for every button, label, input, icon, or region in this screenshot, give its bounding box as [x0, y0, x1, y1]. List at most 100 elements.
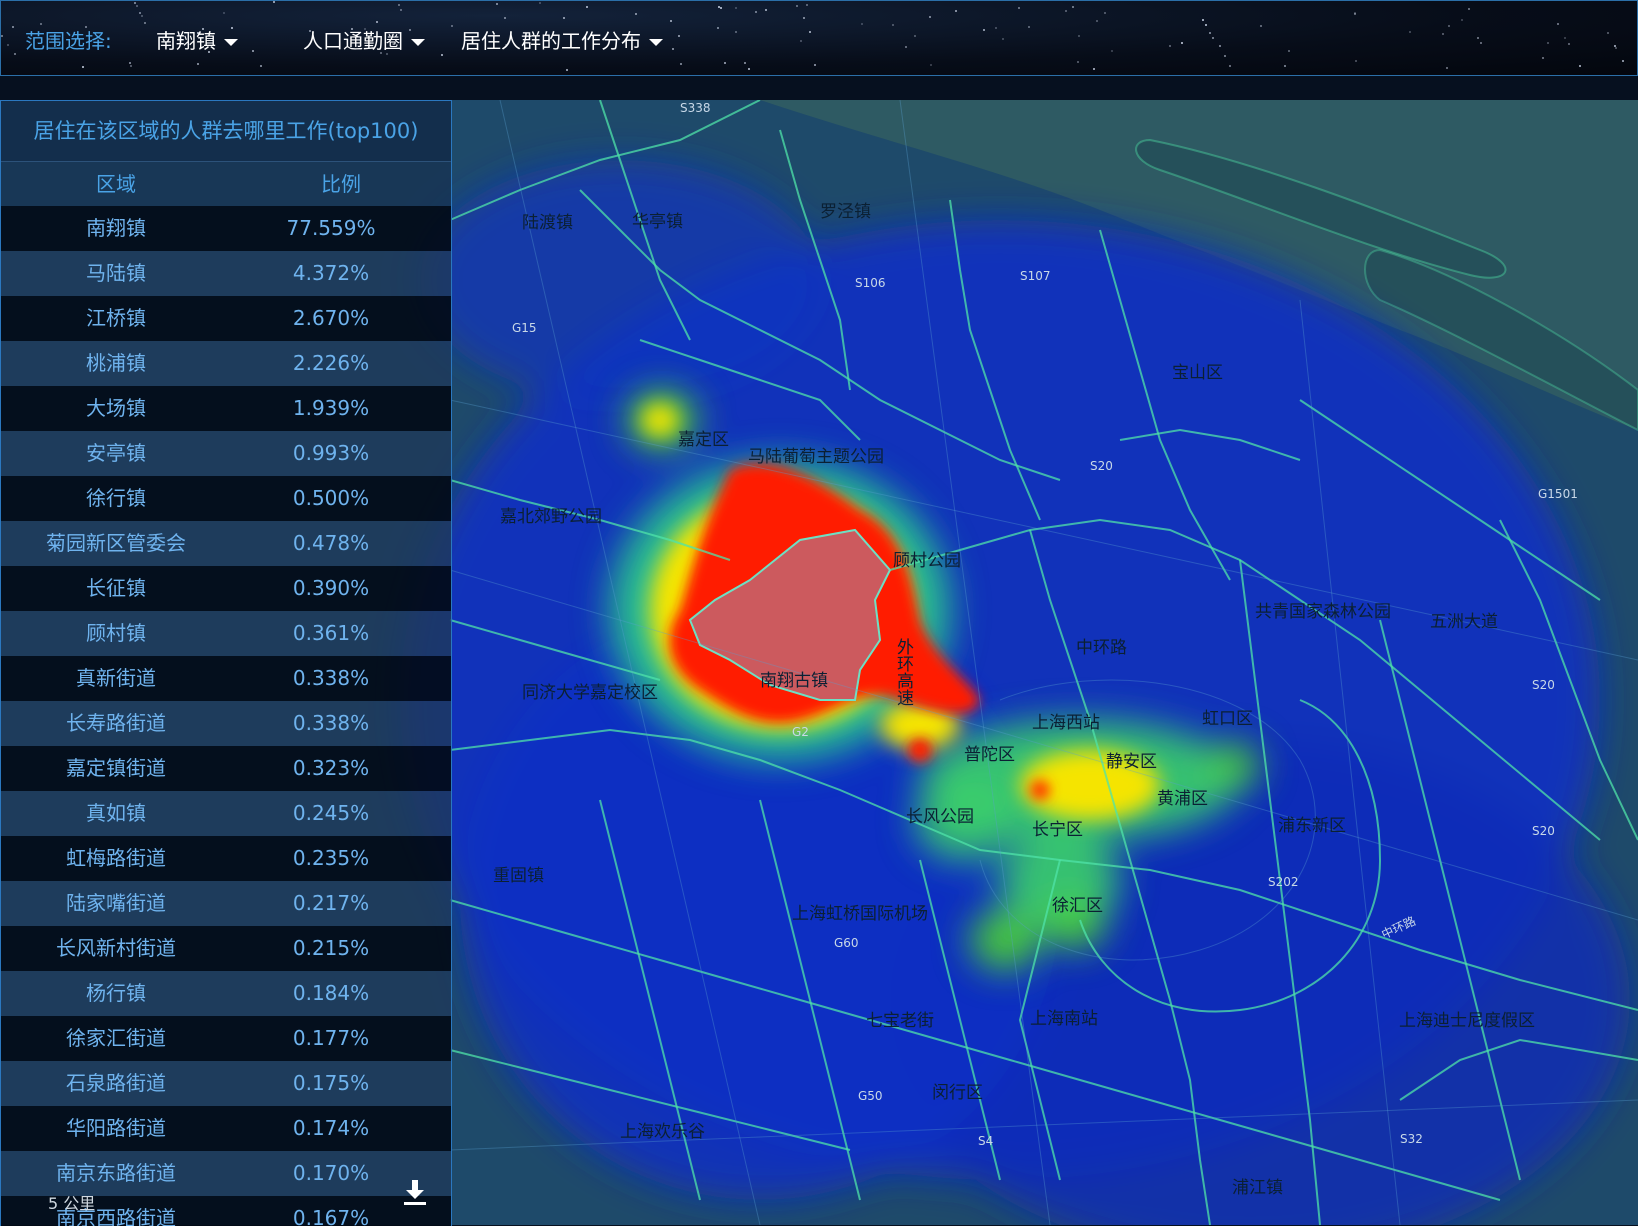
ratio-cell: 0.235% [292, 846, 370, 870]
star-dot [504, 17, 506, 19]
region-cell: 江桥镇 [86, 306, 146, 330]
star-dot [806, 4, 808, 6]
star-dot [141, 15, 143, 17]
table-row[interactable]: 嘉定镇街道 0.323% [1, 746, 451, 791]
star-dot [14, 53, 16, 55]
star-dot [680, 63, 682, 65]
star-dot [82, 66, 84, 68]
filter-toolbar: 范围选择: 南翔镇 人口通勤圈 居住人群的工作分布 [0, 0, 1638, 76]
commute-dropdown[interactable]: 人口通勤圈 [303, 25, 425, 54]
star-dot [1205, 24, 1207, 26]
star-dot [755, 11, 757, 13]
place-label: 上海虹桥国际机场 [792, 904, 928, 924]
table-body[interactable]: 南翔镇 77.559% 马陆镇 4.372% 江桥镇 2.670% 桃浦镇 2.226%… [1, 206, 451, 1226]
table-row[interactable]: 真新街道 0.338% [1, 656, 451, 701]
region-cell: 华阳路街道 [66, 1116, 166, 1140]
table-row[interactable]: 马陆镇 4.372% [1, 251, 451, 296]
road-label: G1501 [1538, 487, 1578, 501]
star-dot [1093, 68, 1095, 70]
commute-dropdown-value: 人口通勤圈 [303, 29, 403, 53]
table-row[interactable]: 陆家嘴街道 0.217% [1, 881, 451, 926]
table-row[interactable]: 桃浦镇 2.226% [1, 341, 451, 386]
table-row[interactable]: 大场镇 1.939% [1, 386, 451, 431]
star-dot [1229, 65, 1231, 67]
star-dot [1028, 26, 1030, 28]
table-row[interactable]: 长寿路街道 0.338% [1, 701, 451, 746]
star-dot [260, 65, 262, 67]
star-dot [1181, 42, 1183, 44]
region-cell: 长征镇 [86, 576, 146, 600]
star-dot [136, 5, 138, 7]
place-label: 宝山区 [1172, 363, 1223, 383]
star-dot [765, 9, 767, 11]
distribution-dropdown[interactable]: 居住人群的工作分布 [461, 25, 663, 54]
star-dot [1607, 32, 1609, 34]
ratio-cell: 0.993% [292, 441, 370, 465]
table-row[interactable]: 石泉路街道 0.175% [1, 1061, 451, 1106]
star-dot [563, 17, 565, 19]
ratio-cell: 0.215% [292, 936, 370, 960]
ratio-cell: 1.939% [292, 396, 370, 420]
star-dot [1622, 60, 1624, 62]
road-label: S106 [855, 276, 886, 290]
region-cell: 真如镇 [86, 801, 146, 825]
place-label: 嘉定区 [678, 430, 729, 450]
table-row[interactable]: 虹梅路街道 0.235% [1, 836, 451, 881]
table-row[interactable]: 华阳路街道 0.174% [1, 1106, 451, 1151]
table-row[interactable]: 长风新村街道 0.215% [1, 926, 451, 971]
town-dropdown[interactable]: 南翔镇 [156, 25, 238, 54]
column-header-region[interactable]: 区域 [1, 162, 231, 206]
ratio-cell: 0.361% [292, 621, 370, 645]
ratio-cell: 0.177% [292, 1026, 370, 1050]
star-dot [1072, 6, 1074, 8]
star-dot [1096, 20, 1098, 22]
place-label: 中环路 [1076, 638, 1127, 658]
place-label: 浦江镇 [1232, 1178, 1283, 1198]
star-dot [1461, 19, 1463, 21]
star-dot [1448, 25, 1450, 27]
ratio-cell: 2.670% [292, 306, 370, 330]
table-row[interactable]: 杨行镇 0.184% [1, 971, 451, 1016]
table-row[interactable]: 长征镇 0.390% [1, 566, 451, 611]
star-dot [861, 23, 863, 25]
star-dot [1224, 55, 1226, 57]
caret-down-icon [649, 39, 663, 46]
table-row[interactable]: 真如镇 0.245% [1, 791, 451, 836]
table-row[interactable]: 顾村镇 0.361% [1, 611, 451, 656]
table-row[interactable]: 安亭镇 0.993% [1, 431, 451, 476]
region-cell: 石泉路街道 [66, 1071, 166, 1095]
star-dot [670, 20, 672, 22]
road-label: S4 [978, 1134, 993, 1148]
table-row[interactable]: 徐家汇街道 0.177% [1, 1016, 451, 1061]
star-dot [252, 50, 254, 52]
star-dot [1065, 10, 1067, 12]
star-dot [1409, 31, 1411, 33]
star-dot [539, 2, 541, 4]
star-dot [1288, 50, 1290, 52]
star-dot [995, 27, 997, 29]
place-label: 同济大学嘉定校区 [522, 683, 658, 703]
table-row[interactable]: 江桥镇 2.670% [1, 296, 451, 341]
work-distribution-panel: 居住在该区域的人群去哪里工作(top100) 区域 比例 南翔镇 77.559% … [0, 100, 452, 1226]
star-dot [223, 12, 225, 14]
table-row[interactable]: 南翔镇 77.559% [1, 206, 451, 251]
star-dot [451, 25, 453, 27]
table-row[interactable]: 徐行镇 0.500% [1, 476, 451, 521]
download-icon[interactable] [403, 1180, 427, 1206]
star-dot [905, 46, 907, 48]
star-dot [398, 4, 400, 6]
star-dot [1354, 13, 1356, 15]
place-label: 徐汇区 [1052, 896, 1103, 916]
place-label: 长风公园 [906, 807, 974, 827]
star-dot [717, 27, 719, 29]
ratio-cell: 0.500% [292, 486, 370, 510]
place-label: 五洲大道 [1430, 612, 1498, 632]
star-dot [1260, 25, 1262, 27]
star-dot [273, 1, 275, 3]
place-label: 上海西站 [1032, 713, 1100, 733]
column-header-ratio[interactable]: 比例 [231, 162, 451, 206]
caret-down-icon [224, 39, 238, 46]
star-dot [672, 48, 674, 50]
table-row[interactable]: 菊园新区管委会 0.478% [1, 521, 451, 566]
place-label: 嘉北郊野公园 [500, 507, 602, 527]
